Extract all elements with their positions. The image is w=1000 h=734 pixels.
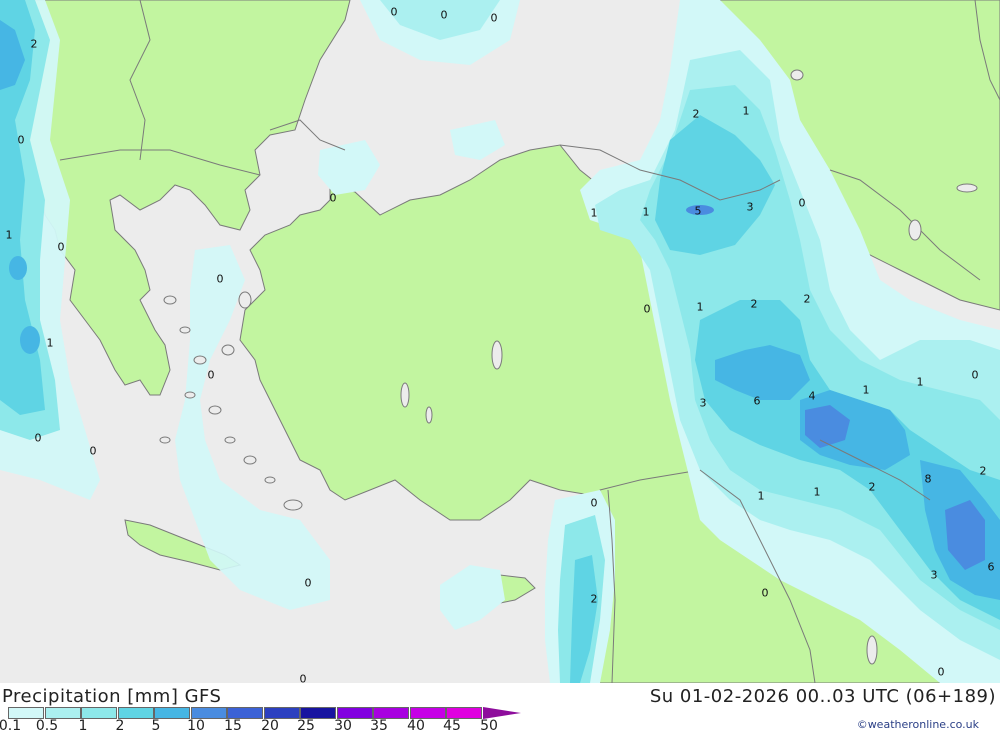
map-label: 1 (5, 228, 13, 242)
map-label: 2 (590, 592, 598, 606)
map-label: 2 (868, 480, 876, 494)
precip-blacksea-sm (450, 120, 505, 160)
map-label: 1 (590, 206, 598, 220)
map-label: 1 (862, 383, 870, 397)
map-label: 6 (987, 560, 995, 574)
footer: Precipitation [mm] GFS Su 01-02-2026 00.… (0, 683, 1000, 733)
map-label: 0 (937, 665, 945, 679)
map-label: 0 (440, 8, 448, 22)
legend-tick-label: 5 (151, 718, 161, 734)
legend-tick-label: 35 (370, 718, 388, 734)
legend-tick-label: 25 (297, 718, 315, 734)
precip-cyprus (440, 565, 505, 630)
map-label: 1 (757, 489, 765, 503)
map-title: Precipitation [mm] GFS (2, 686, 222, 707)
map-label: 1 (916, 375, 924, 389)
map-label: 0 (971, 368, 979, 382)
legend-tick-label: 30 (334, 718, 352, 734)
map-label: 1 (642, 205, 650, 219)
map-label: 2 (750, 297, 758, 311)
map-label: 2 (30, 37, 38, 51)
precip-west-5b (9, 256, 27, 280)
legend-tick-label: 1 (78, 718, 88, 734)
map-label: 0 (299, 672, 307, 684)
map-label: 2 (692, 107, 700, 121)
precip-bosphorus (318, 140, 380, 195)
map-label: 6 (753, 394, 761, 408)
legend-tick-label: 20 (261, 718, 279, 734)
map-label: 1 (696, 300, 704, 314)
legend-tick-label: 10 (187, 718, 205, 734)
legend-tick-label: 50 (480, 718, 498, 734)
map-label: 0 (490, 11, 498, 25)
map-label: 0 (57, 240, 65, 254)
forecast-datetime: Su 01-02-2026 00..03 UTC (06+189) (649, 686, 996, 707)
map-label: 2 (979, 464, 987, 478)
map-label: 3 (930, 568, 938, 582)
legend-tick-label: 0.5 (35, 718, 59, 734)
map-label: 8 (924, 472, 932, 486)
map-label: 0 (216, 272, 224, 286)
map-label: 0 (89, 444, 97, 458)
map-label: 0 (304, 576, 312, 590)
legend-tick-label: 15 (224, 718, 242, 734)
map-label: 1 (742, 104, 750, 118)
credit-link[interactable]: ©weatheronline.co.uk (857, 718, 979, 731)
map-label: 0 (761, 586, 769, 600)
map-label: 4 (808, 389, 816, 403)
map-label: 1 (813, 485, 821, 499)
legend-tick-label: 45 (443, 718, 461, 734)
map-label: 0 (390, 5, 398, 19)
map-label: 3 (699, 396, 707, 410)
map-label: 0 (34, 431, 42, 445)
map-label: 0 (590, 496, 598, 510)
legend-tick-label: 40 (407, 718, 425, 734)
map-label: 3 (746, 200, 754, 214)
map-label: 2 (803, 292, 811, 306)
map-label: 0 (643, 302, 651, 316)
map-label: 0 (798, 196, 806, 210)
precipitation-map: 0 0 0 2 0 1 0 1 0 0 0 0 0 0 2 1 1 1 5 3 … (0, 0, 1000, 683)
map-label: 0 (329, 191, 337, 205)
precip-west-5c (20, 326, 40, 354)
map-canvas (0, 0, 1000, 683)
map-label: 5 (694, 204, 702, 218)
map-label: 1 (46, 336, 54, 350)
legend-tick-label: 0.1 (0, 718, 22, 734)
legend-tick-label: 2 (115, 718, 125, 734)
map-label: 0 (17, 133, 25, 147)
map-label: 0 (207, 368, 215, 382)
